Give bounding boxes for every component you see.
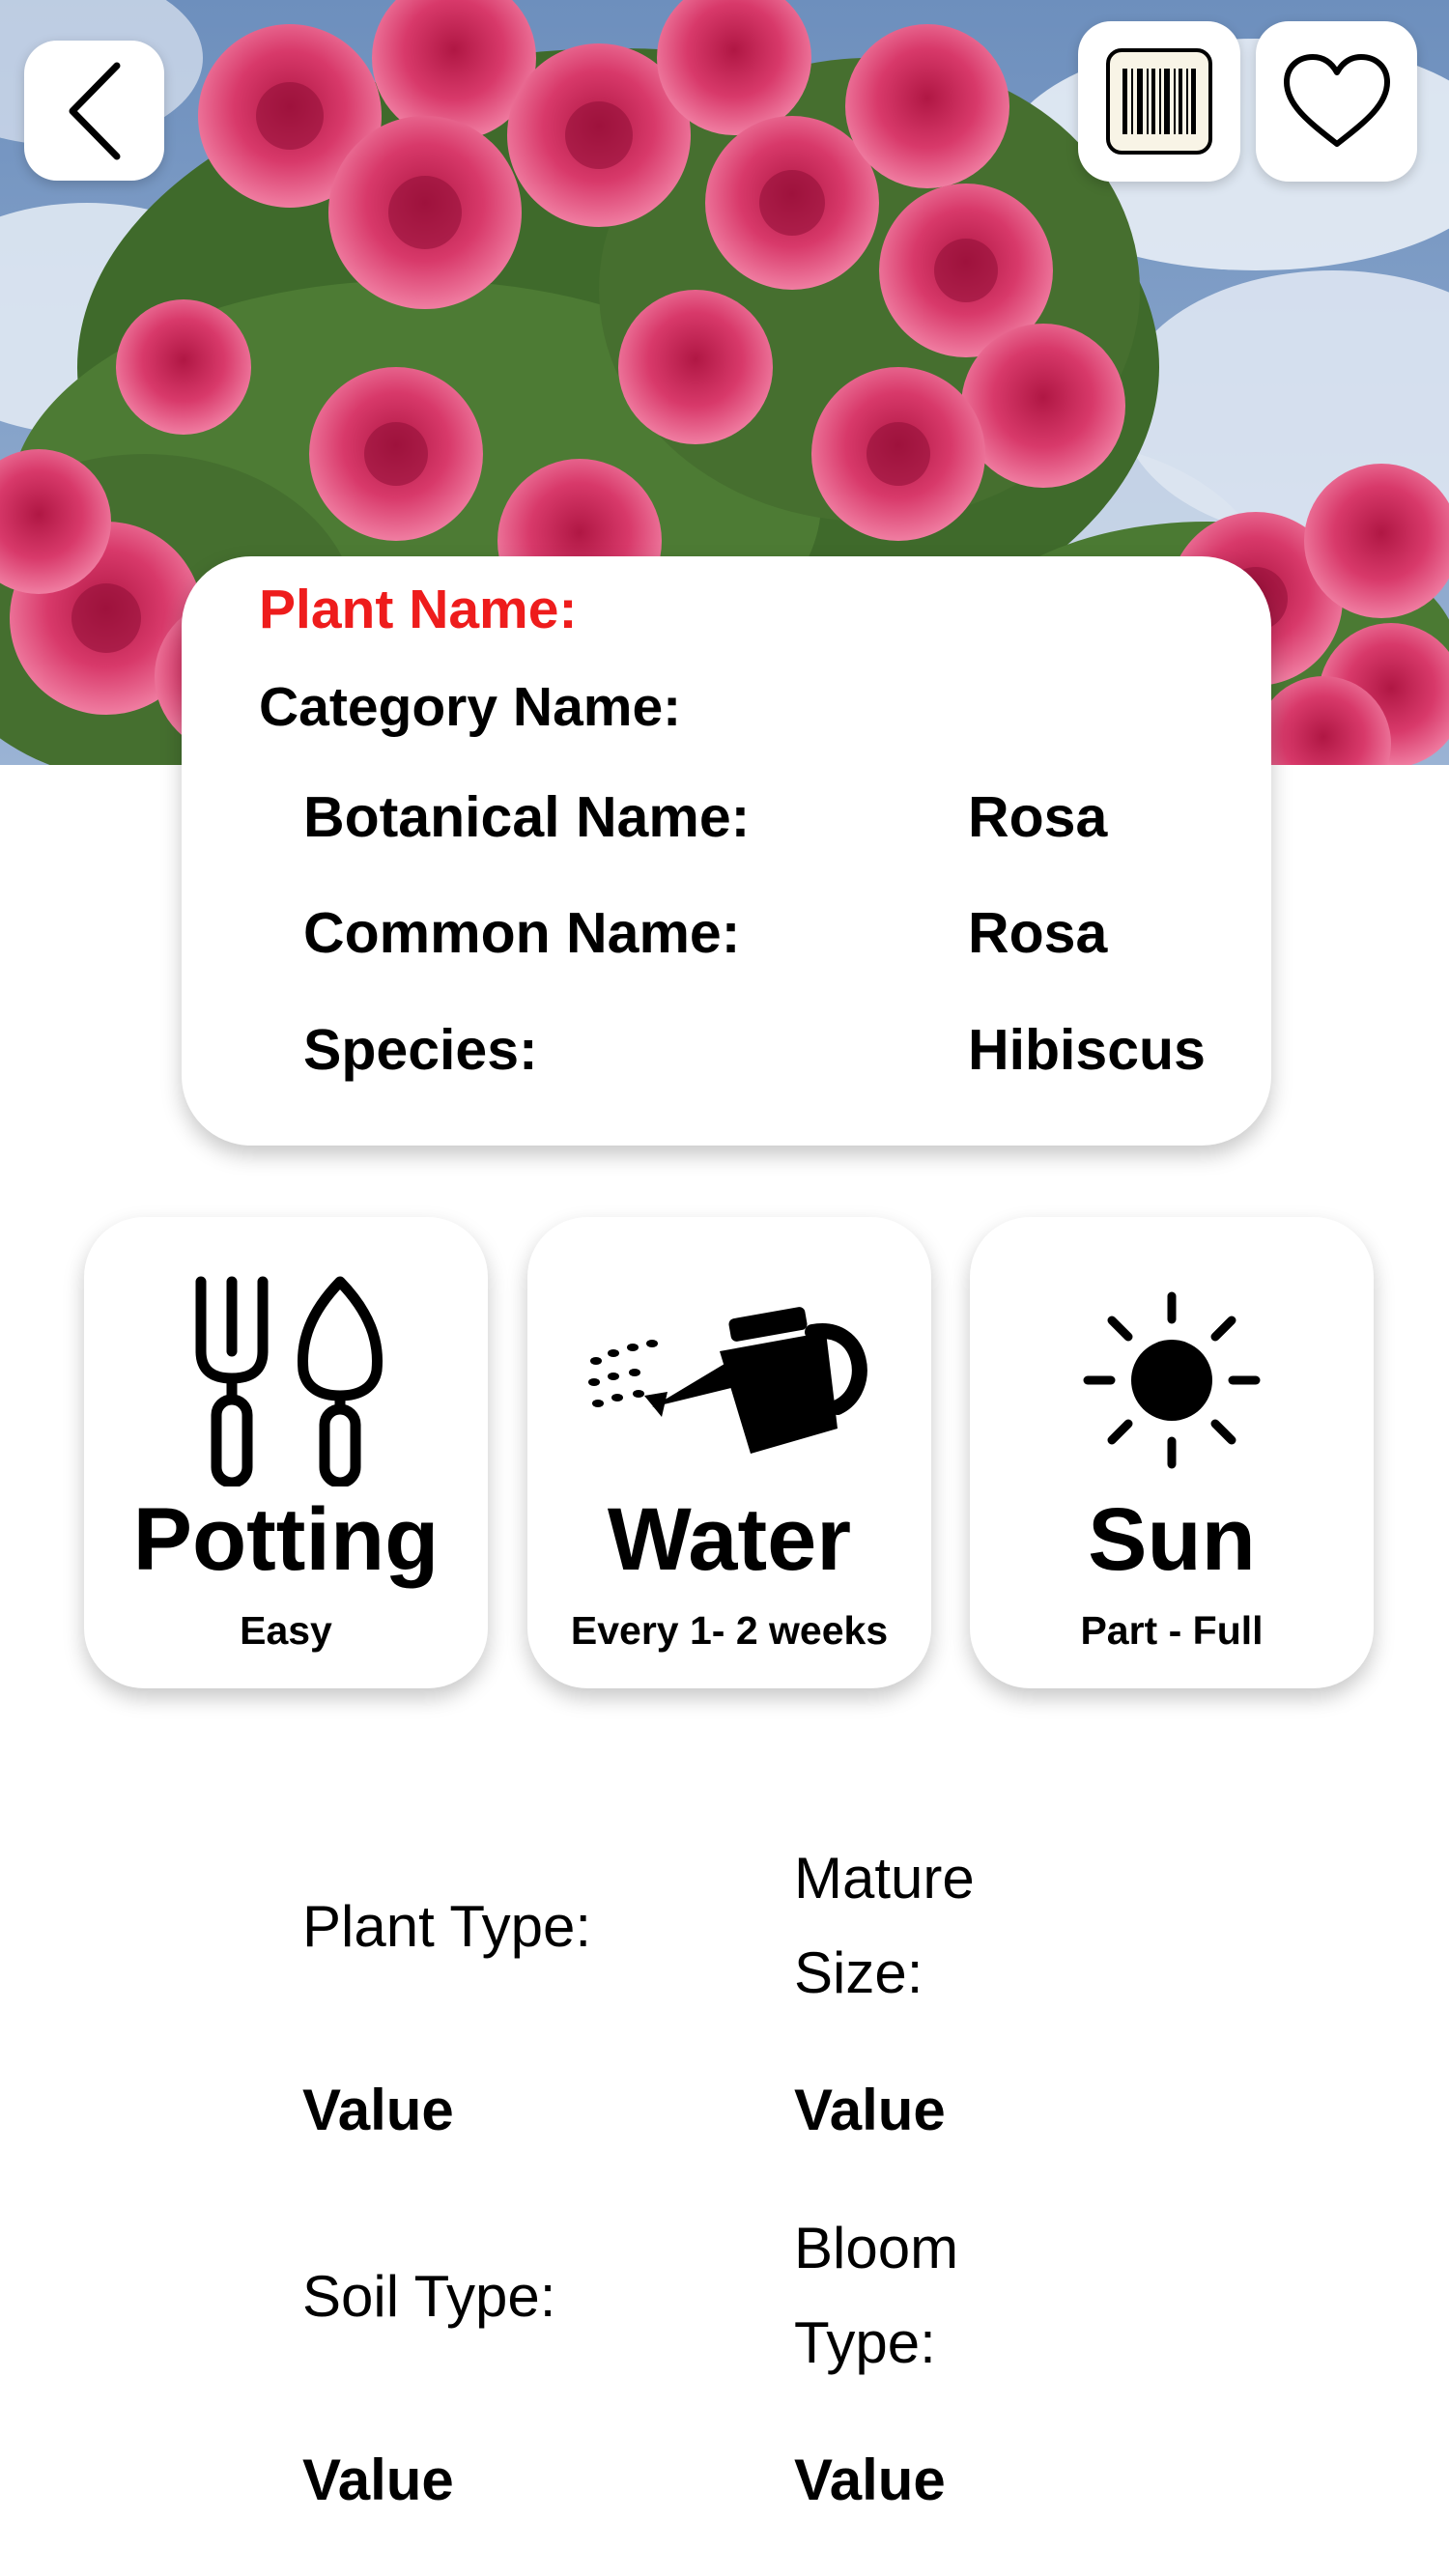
mature-size-label-line1: Mature xyxy=(794,1846,975,1911)
bloom-type-label-line1: Bloom xyxy=(794,2216,959,2280)
botanical-name-label: Botanical Name: xyxy=(303,785,751,849)
favorite-button[interactable] xyxy=(1256,21,1417,182)
watering-can-icon xyxy=(527,1269,931,1491)
mature-size-label-line2: Size: xyxy=(794,1940,923,2005)
plant-type-label: Plant Type: xyxy=(302,1894,592,1959)
water-value: Every 1- 2 weeks xyxy=(570,1608,889,1653)
sun-value: Part - Full xyxy=(1080,1608,1264,1653)
barcode-icon xyxy=(1106,48,1212,155)
plant-type-value: Value xyxy=(302,2078,454,2142)
soil-type-value: Value xyxy=(302,2448,454,2512)
species-label: Species: xyxy=(303,1018,538,1082)
bloom-type-value: Value xyxy=(794,2448,946,2512)
botanical-name-value: Rosa xyxy=(968,785,1108,849)
sun-card[interactable]: Sun Part - Full xyxy=(970,1217,1374,1688)
water-title: Water xyxy=(607,1490,852,1589)
category-name-label: Category Name: xyxy=(259,676,682,738)
plant-info-card: Plant Name: Category Name: Botanical Nam… xyxy=(182,556,1271,1146)
common-name-value: Rosa xyxy=(968,901,1108,965)
common-name-label: Common Name: xyxy=(303,901,741,965)
mature-size-value: Value xyxy=(794,2078,946,2142)
plant-name-label: Plant Name: xyxy=(259,579,578,640)
species-value: Hibiscus xyxy=(968,1018,1206,1082)
barcode-scan-button[interactable] xyxy=(1078,21,1240,182)
potting-value: Easy xyxy=(240,1608,332,1653)
bloom-type-label-line2: Type: xyxy=(794,2310,936,2375)
soil-type-label: Soil Type: xyxy=(302,2264,556,2329)
chevron-left-icon xyxy=(69,62,120,159)
heart-outline-icon xyxy=(1283,54,1390,147)
potting-card[interactable]: Potting Easy xyxy=(84,1217,488,1688)
sun-title: Sun xyxy=(1088,1490,1256,1589)
potting-title: Potting xyxy=(132,1490,440,1589)
sun-icon xyxy=(970,1269,1374,1491)
back-button[interactable] xyxy=(24,41,164,181)
garden-tools-icon xyxy=(84,1269,488,1491)
water-card[interactable]: Water Every 1- 2 weeks xyxy=(527,1217,931,1688)
